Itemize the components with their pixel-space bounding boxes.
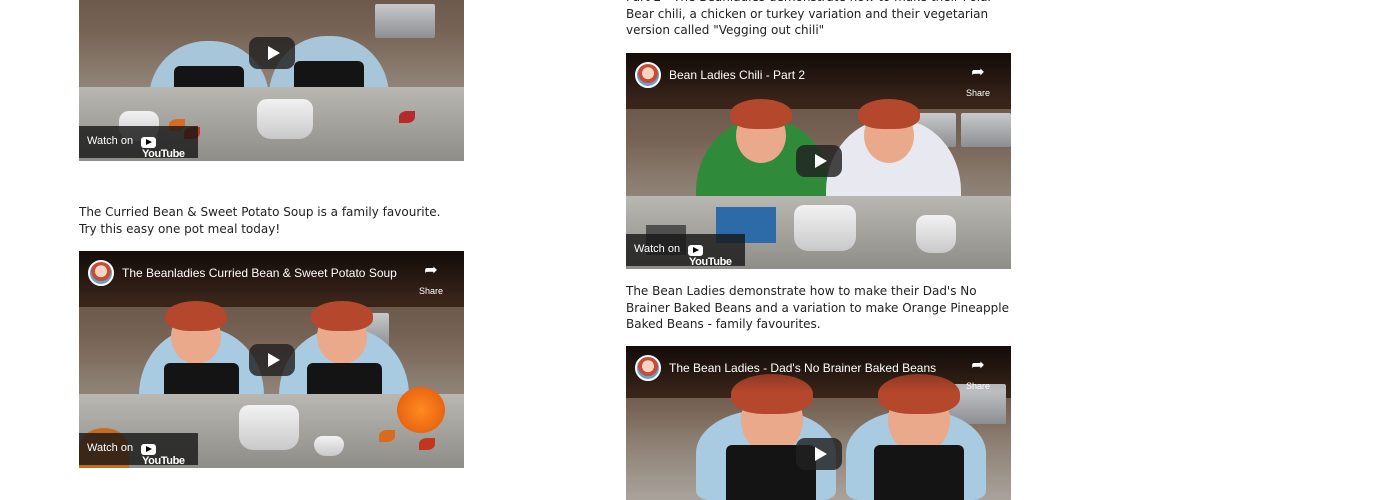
description-curried-soup: The Curried Bean & Sweet Potato Soup is … xyxy=(79,205,441,236)
play-icon[interactable] xyxy=(248,36,295,69)
share-icon: ➦ xyxy=(971,355,985,374)
video-embed-chili[interactable]: Bean Ladies Chili - Part 2 ➦ Share Watch… xyxy=(626,53,1011,269)
youtube-logo-icon: YouTube xyxy=(141,443,198,467)
video-embed-curried-soup[interactable]: The Beanladies Curried Bean & Sweet Pota… xyxy=(79,251,464,468)
channel-avatar[interactable] xyxy=(635,62,661,88)
watch-on-label: Watch on xyxy=(87,442,134,454)
youtube-logo-icon: YouTube xyxy=(141,136,198,160)
play-icon[interactable] xyxy=(248,343,295,376)
channel-avatar[interactable] xyxy=(635,355,661,381)
watch-on-label: Watch on xyxy=(634,243,681,255)
description-baked-beans: The Bean Ladies demonstrate how to make … xyxy=(626,284,1009,331)
share-button[interactable]: ➦ Share xyxy=(963,63,993,100)
video-embed-baked-beans[interactable]: The Bean Ladies - Dad's No Brainer Baked… xyxy=(626,346,1011,500)
watch-on-youtube-button[interactable]: Watch on YouTube xyxy=(626,234,745,268)
video-title[interactable]: The Beanladies Curried Bean & Sweet Pota… xyxy=(122,266,397,280)
channel-avatar[interactable] xyxy=(88,260,114,286)
watch-on-label: Watch on xyxy=(87,135,134,147)
share-icon: ➦ xyxy=(424,260,438,279)
description-chili: Part 2 - The Beanladies demonstrate how … xyxy=(626,0,992,37)
play-icon[interactable] xyxy=(795,438,842,470)
share-icon: ➦ xyxy=(971,62,985,81)
video-title[interactable]: Bean Ladies Chili - Part 2 xyxy=(669,68,805,82)
watch-on-youtube-button[interactable]: Watch on YouTube xyxy=(79,433,198,467)
watch-on-youtube-button[interactable]: Watch on YouTube xyxy=(79,126,198,160)
share-button[interactable]: ➦ Share xyxy=(416,261,446,298)
play-icon[interactable] xyxy=(795,145,842,177)
share-button[interactable]: ➦ Share xyxy=(963,356,993,393)
video-embed-top-left[interactable]: Watch on YouTube xyxy=(79,0,464,161)
youtube-logo-icon: YouTube xyxy=(688,244,745,268)
video-title[interactable]: The Bean Ladies - Dad's No Brainer Baked… xyxy=(669,361,936,375)
